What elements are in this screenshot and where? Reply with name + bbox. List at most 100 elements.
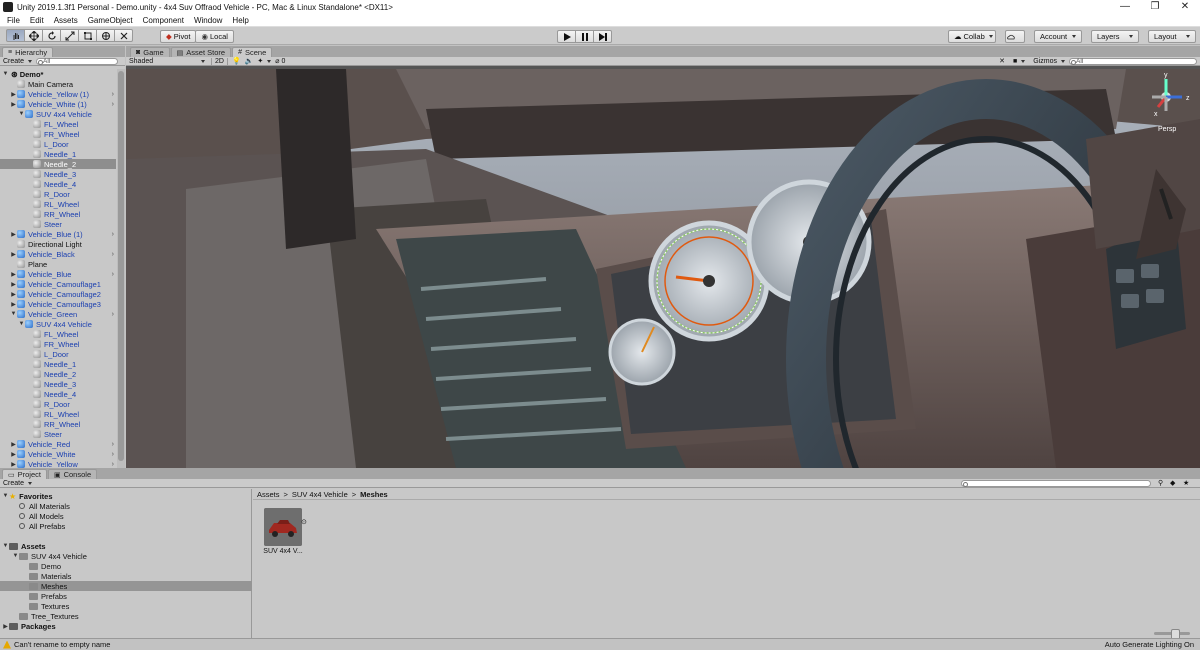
tab-console[interactable]: ▣ Console xyxy=(47,469,98,479)
tab-game[interactable]: ◙ Game xyxy=(130,47,170,57)
hierarchy-item[interactable]: Needle_1 xyxy=(0,149,116,159)
hierarchy-item[interactable]: Steer xyxy=(0,219,116,229)
hierarchy-create-dropdown[interactable]: Create xyxy=(3,58,33,65)
expand-arrow-icon[interactable]: ▶ xyxy=(10,251,17,258)
scene-search-input[interactable]: All xyxy=(1069,57,1197,65)
hierarchy-item[interactable]: FL_Wheel xyxy=(0,329,116,339)
step-button[interactable] xyxy=(593,30,612,43)
project-folder-item[interactable]: Tree_Textures xyxy=(0,611,252,621)
tab-scene[interactable]: # Scene xyxy=(232,47,273,57)
expand-arrow-icon[interactable]: ▼ xyxy=(12,553,19,559)
account-dropdown[interactable]: Account xyxy=(1034,30,1082,43)
hierarchy-item[interactable]: R_Door xyxy=(0,399,116,409)
rotate-tool-button[interactable] xyxy=(42,29,61,42)
open-prefab-arrow-icon[interactable]: › xyxy=(112,271,116,278)
filter-by-label-icon[interactable]: ◆ xyxy=(1170,479,1175,487)
gizmos-dropdown[interactable]: Gizmos xyxy=(1033,58,1065,65)
hierarchy-item[interactable]: Needle_1 xyxy=(0,359,116,369)
expand-arrow-icon[interactable]: ▶ xyxy=(2,623,9,630)
minimize-button[interactable]: — xyxy=(1110,0,1140,14)
expand-arrow-icon[interactable]: ▶ xyxy=(10,451,17,458)
cloud-button[interactable] xyxy=(1005,30,1025,43)
hierarchy-item[interactable]: ▶ Vehicle_Camouflage1 xyxy=(0,279,116,289)
hierarchy-item[interactable]: FR_Wheel xyxy=(0,129,116,139)
hierarchy-item[interactable]: RR_Wheel xyxy=(0,209,116,219)
thumbnail-size-slider[interactable] xyxy=(1154,629,1190,640)
hierarchy-item[interactable]: Steer xyxy=(0,429,116,439)
project-create-dropdown[interactable]: Create xyxy=(3,480,33,487)
hierarchy-scrollbar[interactable] xyxy=(117,69,125,468)
menu-edit[interactable]: Edit xyxy=(25,16,49,25)
hierarchy-item[interactable]: L_Door xyxy=(0,139,116,149)
audio-toggle[interactable]: 🔈 xyxy=(245,57,254,65)
persp-label[interactable]: Persp xyxy=(1158,126,1176,133)
layout-dropdown[interactable]: Layout xyxy=(1148,30,1196,43)
open-prefab-arrow-icon[interactable]: › xyxy=(112,441,116,448)
play-button[interactable] xyxy=(557,30,576,43)
scrollbar-thumb[interactable] xyxy=(118,71,124,461)
hierarchy-item[interactable]: FR_Wheel xyxy=(0,339,116,349)
hierarchy-item[interactable]: Needle_4 xyxy=(0,179,116,189)
hand-tool-button[interactable] xyxy=(6,29,25,42)
project-search-input[interactable] xyxy=(961,480,1151,487)
project-folder-item[interactable]: Demo xyxy=(0,561,252,571)
project-folder-item[interactable]: Materials xyxy=(0,571,252,581)
hierarchy-item[interactable]: ▼ SUV 4x4 Vehicle xyxy=(0,319,116,329)
hierarchy-search-input[interactable]: All xyxy=(36,57,119,65)
hierarchy-item[interactable]: ▶ Vehicle_Black › xyxy=(0,249,116,259)
hierarchy-item[interactable]: ▼ SUV 4x4 Vehicle xyxy=(0,109,116,119)
hierarchy-item[interactable]: Main Camera xyxy=(0,79,116,89)
transform-tool-button[interactable] xyxy=(96,29,115,42)
hierarchy-item[interactable]: ▶ Vehicle_Blue › xyxy=(0,269,116,279)
expand-arrow-icon[interactable]: ▶ xyxy=(10,101,17,108)
tab-project[interactable]: ▭ Project xyxy=(2,469,47,479)
expand-arrow-icon[interactable]: ▼ xyxy=(2,543,9,549)
menu-window[interactable]: Window xyxy=(189,16,227,25)
hierarchy-item[interactable]: ▶ Vehicle_Yellow › xyxy=(0,459,116,468)
project-folder-item[interactable]: Meshes xyxy=(0,581,252,591)
open-prefab-arrow-icon[interactable]: › xyxy=(112,461,116,468)
pivot-button[interactable]: ◆ Pivot xyxy=(160,30,197,43)
expand-arrow-icon[interactable]: ▼ xyxy=(18,111,25,117)
hierarchy-item[interactable]: ▶ Vehicle_Blue (1) › xyxy=(0,229,116,239)
camera-dropdown[interactable]: ■ xyxy=(1013,58,1026,65)
scale-tool-button[interactable] xyxy=(60,29,79,42)
expand-arrow-icon[interactable]: ▶ xyxy=(10,231,17,238)
menu-file[interactable]: File xyxy=(2,16,25,25)
open-prefab-arrow-icon[interactable]: › xyxy=(112,91,116,98)
open-prefab-arrow-icon[interactable]: › xyxy=(112,311,116,318)
expand-arrow-icon[interactable]: ▶ xyxy=(10,301,17,308)
expand-arrow-icon[interactable]: ▶ xyxy=(10,441,17,448)
tab-asset-store[interactable]: ▤ Asset Store xyxy=(170,47,232,57)
effects-dropdown[interactable]: ✦ xyxy=(257,57,272,65)
assets-header[interactable]: ▼ Assets xyxy=(0,541,252,551)
hierarchy-item[interactable]: ▶ Vehicle_Camouflage3 xyxy=(0,299,116,309)
layers-dropdown[interactable]: Layers xyxy=(1091,30,1139,43)
hierarchy-item[interactable]: Plane xyxy=(0,259,116,269)
move-tool-button[interactable] xyxy=(24,29,43,42)
scene-root[interactable]: ▼ ⊛ Demo* xyxy=(0,69,116,79)
open-prefab-arrow-icon[interactable]: › xyxy=(112,231,116,238)
asset-expand-icon[interactable]: ⊙ xyxy=(301,518,307,526)
hierarchy-item[interactable]: Needle_2 xyxy=(0,159,116,169)
local-button[interactable]: ◉ Local xyxy=(195,30,234,43)
favorite-item[interactable]: All Prefabs xyxy=(0,521,252,531)
tools-icon[interactable]: ✕ xyxy=(999,57,1005,65)
menu-gameobject[interactable]: GameObject xyxy=(83,16,138,25)
hierarchy-item[interactable]: R_Door xyxy=(0,189,116,199)
hidden-objects-toggle[interactable]: ⌀ 0 xyxy=(275,57,285,66)
breadcrumb-item[interactable]: Assets xyxy=(257,490,280,499)
expand-arrow-icon[interactable]: ▼ xyxy=(10,311,17,317)
collab-button[interactable]: ☁ Collab xyxy=(948,30,996,43)
status-message[interactable]: Can't rename to empty name xyxy=(14,640,110,649)
hierarchy-item[interactable]: Needle_4 xyxy=(0,389,116,399)
favorite-item[interactable]: All Materials xyxy=(0,501,252,511)
expand-arrow-icon[interactable]: ▶ xyxy=(10,271,17,278)
rect-tool-button[interactable] xyxy=(78,29,97,42)
project-folder-item[interactable]: Prefabs xyxy=(0,591,252,601)
expand-arrow-icon[interactable]: ▶ xyxy=(10,291,17,298)
hierarchy-item[interactable]: Needle_2 xyxy=(0,369,116,379)
scene-viewport[interactable]: y x z Persp xyxy=(126,69,1200,468)
expand-arrow-icon[interactable]: ▶ xyxy=(10,91,17,98)
open-prefab-arrow-icon[interactable]: › xyxy=(112,451,116,458)
